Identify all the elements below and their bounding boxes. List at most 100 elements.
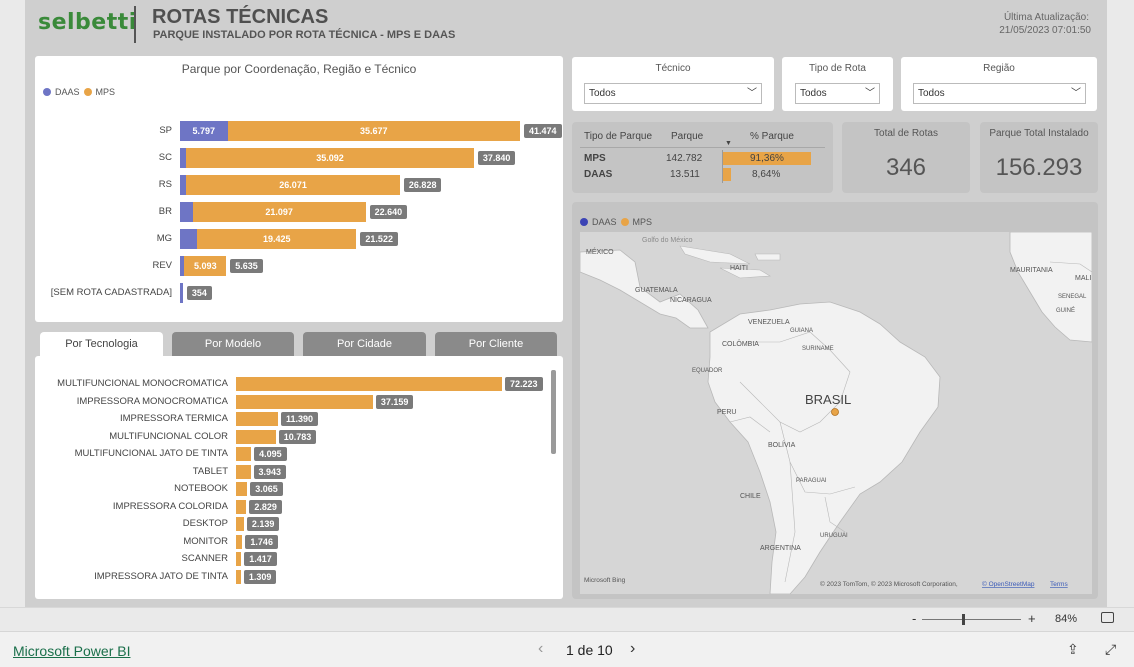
tab-por-cliente[interactable]: Por Cliente [435, 332, 557, 356]
osm-link[interactable]: © OpenStreetMap [982, 580, 1035, 588]
slicer-regiao[interactable]: Região Todos ﹀ [901, 57, 1097, 111]
map-label-guine: GUINÉ [1056, 307, 1075, 314]
tech-bar[interactable] [236, 447, 252, 461]
tech-bar[interactable] [236, 412, 278, 426]
parque-table[interactable]: Tipo de Parque Parque % Parque ▼ MPS 142… [572, 122, 833, 193]
technology-chart[interactable]: MULTIFUNCIONAL MONOCROMATICA 72.223 IMPRES… [35, 356, 563, 599]
zoom-slider-track[interactable] [922, 619, 1021, 620]
pct-bar-daas [723, 168, 732, 181]
tech-bar[interactable] [236, 499, 247, 514]
tech-bar-value: 1.417 [244, 552, 277, 566]
tech-bar-value: 1.309 [243, 569, 277, 584]
bar-mps-value: 35.677 [359, 126, 388, 136]
chart-legend: DAAS MPS [43, 87, 115, 97]
zoom-in-button[interactable]: + [1028, 611, 1036, 626]
slicer-tipo-rota[interactable]: Tipo de Rota Todos ﹀ [782, 57, 893, 111]
prev-page-icon[interactable]: ‹ [538, 640, 543, 658]
tab-por-cidade[interactable]: Por Cidade [303, 332, 426, 356]
coordination-chart[interactable]: Parque por Coordenação, Região e Técnico… [35, 56, 563, 322]
tech-bar[interactable] [236, 552, 242, 566]
tech-bar-value: 3.943 [253, 464, 287, 479]
kpi-label: Total de Rotas [874, 128, 938, 139]
share-icon[interactable]: ⇪ [1067, 641, 1079, 658]
category-label: IMPRESSORA COLORIDA [112, 500, 228, 512]
map-label-uruguai: URUGUAI [820, 533, 848, 539]
slicer-tecnico[interactable]: Técnico Todos ﹀ [572, 57, 774, 111]
tech-bar-value: 10.783 [278, 429, 317, 444]
zoom-level: 84% [1055, 613, 1078, 625]
fullscreen-icon[interactable]: ⤢ [1105, 641, 1116, 658]
bar-daas[interactable] [180, 202, 193, 222]
category-label: SP [159, 125, 172, 136]
tech-bar[interactable] [236, 482, 248, 496]
tab-por-modelo[interactable]: Por Modelo [172, 332, 294, 356]
chart-scrollbar[interactable] [551, 370, 556, 454]
terms-link[interactable]: Terms [1050, 581, 1068, 588]
map-label-peru: PERU [717, 409, 736, 416]
mps-legend-dot [620, 218, 629, 226]
tech-bar[interactable] [236, 429, 276, 444]
category-label: MG [156, 233, 172, 244]
category-label: SC [158, 152, 172, 163]
regiao-dropdown[interactable]: Todos ﹀ [913, 83, 1086, 104]
tech-bar-value: 3.065 [250, 482, 283, 496]
bar-mps-value: 26.071 [279, 180, 307, 190]
kpi-label: Parque Total Instalado [989, 128, 1089, 139]
map-label-nicaragua: NICARAGUA [670, 297, 712, 304]
tech-bar-value: 4.095 [254, 447, 287, 461]
map-visual[interactable]: DAAS MPS MÉXICO Golfo do México HAITI GU… [572, 202, 1098, 599]
row-mps-pct: 91,36% [750, 153, 784, 164]
slicer-label: Região [983, 63, 1015, 74]
last-update-value: 21/05/2023 07:01:50 [999, 25, 1091, 36]
bar-total-label: 21.522 [360, 232, 398, 246]
page-indicator: 1 de 10 [566, 642, 613, 658]
map-label-guiana: GUIANA [790, 328, 813, 334]
category-label: [SEM ROTA CADASTRADA] [50, 287, 172, 298]
map-canvas[interactable]: MÉXICO Golfo do México HAITI GUATEMALA N… [580, 232, 1092, 594]
tech-bar[interactable] [236, 377, 502, 391]
page-title: ROTAS TÉCNICAS [152, 6, 329, 28]
tech-bar[interactable] [236, 534, 243, 549]
kpi-value: 156.293 [995, 154, 1083, 181]
tipo-rota-dropdown[interactable]: Todos ﹀ [795, 83, 880, 104]
bar-mps-value: 19.425 [263, 234, 291, 244]
row-daas-parque: 13.511 [670, 169, 700, 180]
tech-bar[interactable] [236, 517, 244, 531]
legend-mps: MPS [95, 87, 116, 97]
mps-map-point[interactable] [831, 408, 839, 416]
row-daas-pct: 8,64% [752, 169, 781, 180]
map-label-equador: EQUADOR [692, 368, 723, 374]
tab-por-tecnologia[interactable]: Por Tecnologia [40, 332, 163, 356]
table-col-divider [722, 150, 723, 183]
tech-bar-value: 37.159 [375, 394, 414, 409]
kpi-value: 346 [885, 154, 927, 181]
map-label-venezuela: VENEZUELA [748, 319, 790, 326]
map-label-chile: CHILE [740, 493, 761, 500]
dropdown-value: Todos [589, 88, 616, 99]
bar-daas[interactable] [180, 229, 198, 249]
bar-total-label: 41.474 [524, 124, 562, 138]
sort-desc-icon: ▼ [725, 140, 732, 147]
fit-to-page-icon[interactable] [1101, 612, 1114, 623]
bar-daas[interactable] [180, 283, 183, 303]
tech-bar[interactable] [236, 394, 373, 409]
bing-logo: Microsoft Bing [584, 577, 626, 584]
tech-bar[interactable] [236, 464, 251, 479]
zoom-slider-thumb[interactable] [962, 614, 965, 625]
map-label-guatemala: GUATEMALA [635, 287, 678, 294]
tecnico-dropdown[interactable]: Todos ﹀ [584, 83, 762, 104]
mps-legend-dot [83, 88, 92, 96]
kpi-total-rotas: Total de Rotas 346 [842, 122, 970, 193]
power-bi-link[interactable]: Microsoft Power BI [13, 643, 130, 659]
tech-bar[interactable] [236, 569, 241, 584]
map-label-suriname: SURINAME [802, 346, 834, 352]
tech-bar-value: 72.223 [505, 377, 543, 391]
category-label: IMPRESSORA TERMICA [119, 413, 228, 424]
page-subtitle: PARQUE INSTALADO POR ROTA TÉCNICA - MPS … [153, 29, 456, 41]
zoom-out-button[interactable]: - [912, 611, 916, 626]
bar-mps-value: 35.092 [316, 153, 344, 163]
map-legend: DAAS MPS [580, 217, 652, 227]
category-label: REV [152, 260, 172, 271]
daas-legend-dot [43, 88, 51, 96]
next-page-icon[interactable]: › [630, 640, 635, 658]
